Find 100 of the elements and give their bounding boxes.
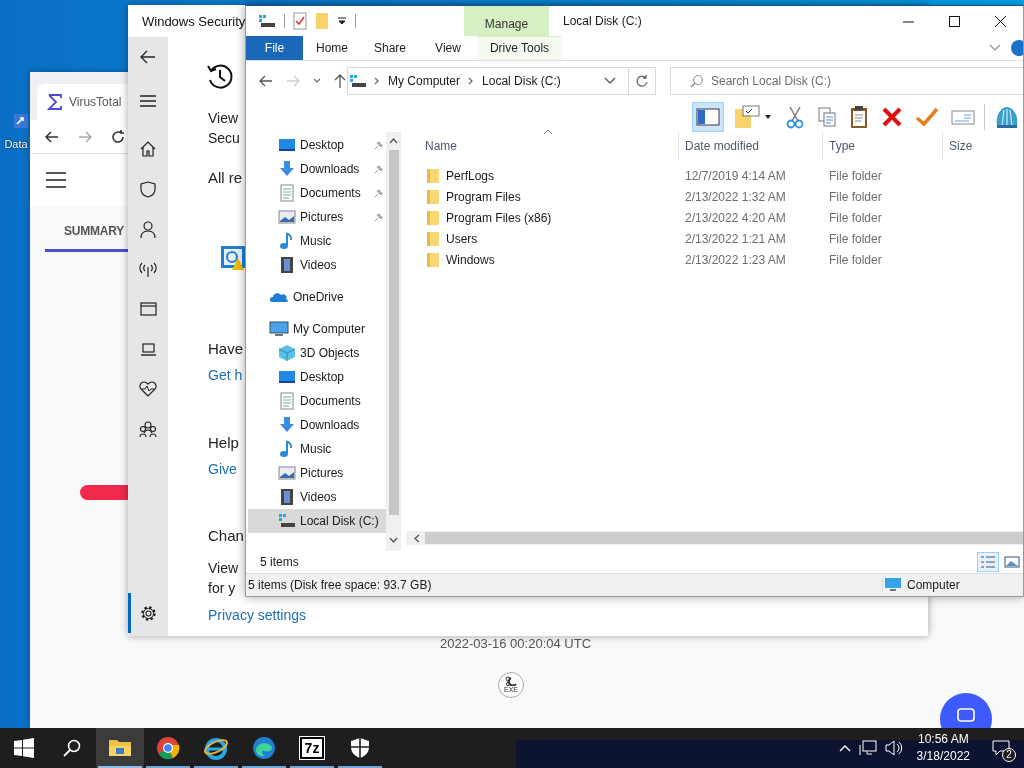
drive-icon (350, 74, 366, 88)
file-name: Program Files (446, 189, 521, 204)
column-header[interactable]: Type (823, 132, 943, 160)
file-row[interactable]: Users 2/13/2022 1:21 AM File folder (406, 228, 1023, 249)
scroll-down-icon[interactable] (389, 537, 398, 543)
hook-icon (505, 676, 517, 686)
browser-window-icon (139, 302, 157, 316)
column-header[interactable]: Size (943, 132, 1023, 160)
network-icon[interactable] (858, 740, 877, 756)
nav-item[interactable]: Videos (248, 485, 386, 509)
taskbar-app[interactable] (96, 728, 144, 768)
back-icon[interactable] (44, 128, 60, 145)
nav-item[interactable]: Videos (248, 253, 386, 277)
table-cell-text: File folder (828, 210, 883, 225)
back-icon[interactable] (259, 75, 273, 87)
ribbon-tab[interactable]: Drive Tools (477, 36, 562, 60)
search-field[interactable]: Search Local Disk (C:) (670, 67, 1023, 95)
family-icon (139, 420, 157, 438)
pin-icon[interactable] (374, 188, 384, 198)
pin-icon[interactable] (374, 164, 384, 174)
laptop-icon (139, 342, 157, 356)
wireless-icon (139, 261, 157, 277)
file-row[interactable]: Program Files 2/13/2022 1:32 AM File folder (406, 186, 1023, 207)
shortcut-icon[interactable] (12, 112, 30, 130)
nav-item[interactable]: Documents (248, 181, 386, 205)
folder-icon (426, 188, 440, 205)
maximize-icon (948, 15, 960, 27)
breadcrumb[interactable]: My Computer (388, 74, 461, 88)
file-row[interactable]: Windows 2/13/2022 1:23 AM File folder (406, 249, 1023, 270)
nav-item[interactable]: Pictures (248, 461, 386, 485)
file-row[interactable]: Program Files (x86) 2/13/2022 4:20 AM File folder (406, 207, 1023, 228)
table-cell-text: File folder (828, 252, 883, 267)
chevron-down-icon[interactable] (313, 78, 321, 84)
nav-item[interactable]: OneDrive (248, 285, 386, 309)
timestamp: 2022-03-16 00:20:04 UTC (440, 636, 592, 651)
pin-icon[interactable] (374, 140, 384, 150)
nav-item[interactable]: 3D Objects (248, 341, 386, 365)
chat-button[interactable] (940, 693, 992, 728)
clipboard-icon (849, 105, 869, 129)
dropdown-icon[interactable] (337, 16, 347, 26)
privacy-settings-link[interactable]: Privacy settings (208, 605, 307, 625)
toolbar-button[interactable] (692, 102, 724, 132)
clock[interactable]: 10:56 AM 3/18/2022 (910, 731, 976, 765)
nav-item[interactable]: Documents (248, 389, 386, 413)
file-row[interactable]: PerfLogs 12/7/2019 4:14 AM File folder (406, 165, 1023, 186)
help-icon[interactable] (1011, 40, 1023, 56)
ribbon-tab[interactable]: Share (361, 36, 419, 60)
column-header[interactable]: Name (406, 132, 679, 160)
table-cell-text: 2/13/2022 1:21 AM (684, 231, 787, 246)
image-icon (1004, 555, 1020, 569)
properties-icon[interactable] (293, 12, 307, 30)
scroll-up-icon[interactable] (389, 138, 398, 144)
item-count: 5 items (260, 555, 299, 569)
scroll-left-icon[interactable] (414, 533, 420, 543)
scrollbar[interactable] (406, 531, 1023, 545)
nav-item[interactable]: Downloads (248, 413, 386, 437)
up-arrow-icon[interactable] (334, 74, 346, 88)
message-icon (992, 740, 1010, 756)
reload-icon[interactable] (110, 128, 126, 145)
menu-icon[interactable] (46, 172, 66, 188)
folder-icon (426, 230, 440, 247)
nav-item[interactable]: Music (248, 229, 386, 253)
folder-icon (426, 167, 440, 184)
column-header[interactable]: Date modified (679, 132, 823, 160)
sigma-icon (46, 93, 64, 111)
nav-item[interactable]: Pictures (248, 205, 386, 229)
ribbon-tab[interactable]: Home (303, 36, 361, 60)
nav-item[interactable]: Desktop (248, 133, 386, 157)
chevron-down-icon[interactable] (604, 77, 616, 85)
sort-caret-icon (543, 129, 553, 135)
breadcrumb[interactable]: Local Disk (C:) (482, 74, 561, 88)
address-bar[interactable]: My Computer Local Disk (C:) (347, 67, 656, 95)
scrollbar[interactable] (386, 132, 401, 551)
taskbar-app[interactable]: 7z (288, 728, 336, 768)
help-link[interactable]: Get h (208, 365, 243, 385)
nav-item[interactable]: My Computer (248, 317, 386, 341)
scroll-thumb[interactable] (388, 150, 399, 515)
volume-icon[interactable] (884, 740, 903, 756)
nav-item[interactable]: Downloads (248, 157, 386, 181)
drive-icon[interactable] (258, 14, 276, 28)
summary-tab[interactable]: SUMMARY (64, 224, 125, 238)
ribbon-tab[interactable]: File (246, 36, 303, 60)
pin-icon[interactable] (374, 212, 384, 222)
file-name: Users (446, 231, 478, 246)
shield-icon (350, 737, 370, 759)
drive-icon (278, 512, 296, 530)
ribbon-tab[interactable]: View (419, 36, 477, 60)
notification-button[interactable]: 2 (984, 733, 1018, 763)
nav-item[interactable]: Desktop (248, 365, 386, 389)
monitor-icon (278, 368, 296, 386)
image-icon (278, 464, 296, 482)
folder-view-icon (733, 105, 773, 129)
nav-item[interactable]: Music (248, 437, 386, 461)
chevron-up-icon[interactable] (838, 744, 851, 752)
feedback-link[interactable]: Give (208, 459, 237, 479)
monitor-icon (269, 320, 289, 338)
shortcut-label[interactable]: Data (4, 138, 28, 150)
search-icon (690, 74, 704, 88)
scroll-thumb[interactable] (425, 532, 1023, 544)
nav-item[interactable]: Local Disk (C:) (248, 509, 386, 533)
